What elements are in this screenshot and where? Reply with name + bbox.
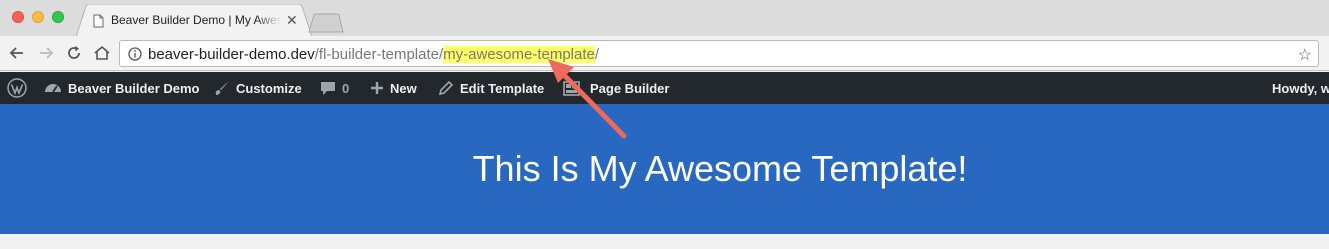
brush-icon [214,80,230,96]
page-builder-link[interactable]: Page Builder [563,72,669,104]
wordpress-icon [7,78,27,98]
reload-icon[interactable] [65,44,83,62]
maximize-window-button[interactable] [52,11,64,23]
edit-template-label: Edit Template [460,80,545,96]
address-bar[interactable]: beaver-builder-demo.dev/fl-builder-templ… [119,40,1319,67]
comments-link[interactable]: 0 [320,72,349,104]
hero-section: This Is My Awesome Template! [0,104,1329,234]
browser-tab[interactable]: Beaver Builder Demo | My Awesome Templat… [76,4,312,37]
star-icon[interactable]: ☆ [1298,45,1312,65]
plus-icon [370,81,384,95]
tab-title: Beaver Builder Demo | My Awesome Templat… [111,13,281,27]
customize-label: Customize [236,80,302,96]
page-background [0,234,1329,249]
new-label: New [390,80,417,96]
browser-toolbar: beaver-builder-demo.dev/fl-builder-templ… [0,36,1329,71]
pencil-icon [438,80,454,96]
comment-icon [320,80,336,96]
close-icon[interactable]: ✕ [286,13,298,27]
customize-link[interactable]: Customize [214,72,302,104]
page-title: This Is My Awesome Template! [472,148,968,189]
back-arrow-icon[interactable] [8,44,26,62]
comments-count: 0 [342,80,350,96]
page-builder-label: Page Builder [590,80,670,96]
page-icon [93,14,104,28]
url-host: beaver-builder-demo.dev [148,46,315,63]
new-tab-button[interactable] [308,13,344,33]
info-icon[interactable] [128,47,142,61]
howdy-label: Howdy, w [1272,80,1329,96]
url-path-end: / [594,46,600,63]
url-path: /fl-builder-template/ [314,46,444,63]
my-account-menu[interactable]: Howdy, w [1272,72,1329,104]
minimize-window-button[interactable] [32,11,44,23]
edit-template-link[interactable]: Edit Template [438,72,544,104]
wp-admin-bar: Beaver Builder Demo Customize 0 New Edit… [0,72,1329,104]
window-controls [12,11,64,23]
site-name: Beaver Builder Demo [68,80,200,96]
new-content-menu[interactable]: New [370,72,417,104]
close-window-button[interactable] [12,11,24,23]
url-text: beaver-builder-demo.dev/fl-builder-templ… [148,46,599,63]
home-icon[interactable] [93,44,111,62]
wp-logo-menu[interactable] [7,72,27,104]
tab-strip: Beaver Builder Demo | My Awesome Templat… [0,0,1329,37]
dashboard-icon [44,80,62,96]
url-highlighted-slug: my-awesome-template [443,46,595,63]
forward-arrow-icon[interactable] [37,44,55,62]
site-name-menu[interactable]: Beaver Builder Demo [44,72,200,104]
page-builder-icon [563,80,580,96]
